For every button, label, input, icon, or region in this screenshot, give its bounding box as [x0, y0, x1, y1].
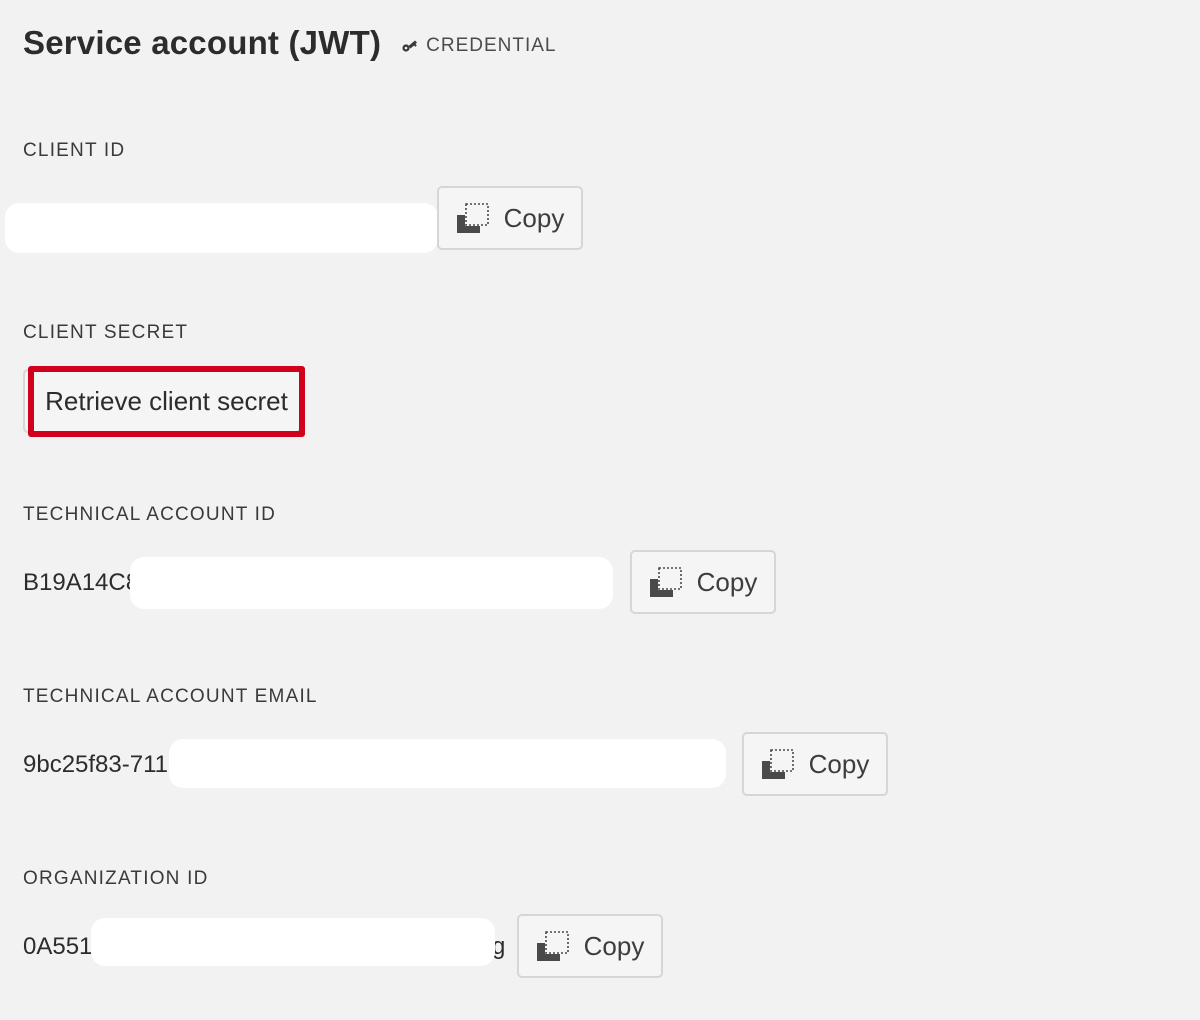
credential-page: Service account (JWT) CREDENTIAL CLIENT … [0, 0, 1200, 1020]
redaction-block [5, 203, 438, 253]
organization-id-label: ORGANIZATION ID [23, 868, 209, 889]
redaction-block [130, 557, 613, 609]
page-title: Service account (JWT) [23, 24, 382, 61]
copy-button-label: Copy [696, 566, 758, 597]
copy-technical-account-email-button[interactable]: Copy [742, 732, 888, 796]
copy-client-id-button[interactable]: Copy [437, 186, 583, 250]
client-id-label: CLIENT ID [23, 140, 126, 161]
technical-account-email-value: 9bc25f83-711 [23, 751, 169, 778]
copy-organization-id-button[interactable]: Copy [517, 914, 663, 978]
client-secret-label: CLIENT SECRET [23, 322, 189, 343]
page-header: Service account (JWT) CREDENTIAL [23, 24, 557, 62]
technical-account-email-label: TECHNICAL ACCOUNT EMAIL [23, 686, 318, 707]
technical-account-id-label: TECHNICAL ACCOUNT ID [23, 504, 277, 525]
credential-badge-label: CREDENTIAL [426, 35, 557, 56]
key-icon [402, 40, 418, 52]
copy-button-label: Copy [583, 930, 645, 961]
retrieve-client-secret-button[interactable]: Retrieve client secret [28, 366, 305, 437]
organization-id-value: 0A551 [23, 933, 93, 960]
redaction-block [169, 739, 726, 788]
copy-icon [456, 203, 489, 233]
credential-badge: CREDENTIAL [401, 35, 556, 57]
copy-button-label: Copy [808, 748, 870, 779]
retrieve-client-secret-label: Retrieve client secret [45, 386, 288, 416]
redaction-block [91, 918, 495, 966]
copy-button-label: Copy [503, 202, 565, 233]
technical-account-id-value: B19A14C8 [23, 569, 140, 596]
copy-icon [649, 567, 682, 597]
copy-technical-account-id-button[interactable]: Copy [630, 550, 776, 614]
copy-icon [536, 931, 569, 961]
copy-icon [761, 749, 794, 779]
